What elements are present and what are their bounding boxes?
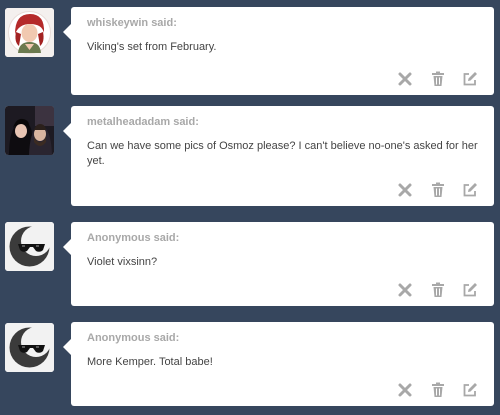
asker-name: Anonymous said: — [87, 332, 180, 344]
ask-bubble: Anonymous said: Violet vixsinn? — [63, 222, 494, 306]
post-controls — [385, 182, 478, 198]
edit-icon — [463, 72, 477, 86]
edit-button[interactable] — [462, 182, 478, 198]
post-controls — [385, 282, 478, 298]
anonymous-sunglasses-icon — [5, 222, 54, 271]
avatar[interactable] — [5, 8, 54, 57]
trash-icon — [431, 71, 444, 86]
edit-icon — [463, 183, 477, 197]
edit-button[interactable] — [462, 282, 478, 298]
trash-button[interactable] — [430, 382, 446, 398]
edit-icon — [463, 283, 477, 297]
question-text: Violet vixsinn? — [87, 256, 158, 268]
avatar[interactable] — [5, 106, 54, 155]
x-icon — [398, 72, 412, 86]
x-icon — [398, 183, 412, 197]
trash-button[interactable] — [430, 282, 446, 298]
trash-icon — [431, 382, 444, 397]
trash-icon — [431, 282, 444, 297]
x-icon — [398, 283, 412, 297]
asker-name[interactable]: metalheadadam said: — [87, 116, 199, 128]
edit-icon — [463, 383, 477, 397]
asker-name[interactable]: whiskeywin said: — [87, 17, 177, 29]
delete-button[interactable] — [397, 382, 413, 398]
ask-bubble: whiskeywin said: Viking's set from Febru… — [63, 7, 494, 95]
anonymous-sunglasses-icon — [5, 323, 54, 372]
trash-button[interactable] — [430, 182, 446, 198]
avatar[interactable] — [5, 323, 54, 372]
question-text: Can we have some pics of Osmoz please? I… — [87, 140, 478, 167]
edit-button[interactable] — [462, 382, 478, 398]
delete-button[interactable] — [397, 282, 413, 298]
x-icon — [398, 383, 412, 397]
trash-button[interactable] — [430, 71, 446, 87]
question-text: Viking's set from February. — [87, 41, 217, 53]
ask-bubble: metalheadadam said: Can we have some pic… — [63, 106, 494, 206]
avatar[interactable] — [5, 222, 54, 271]
asker-name: Anonymous said: — [87, 232, 180, 244]
post-controls — [385, 382, 478, 398]
delete-button[interactable] — [397, 71, 413, 87]
question-text: More Kemper. Total babe! — [87, 356, 213, 368]
trash-icon — [431, 182, 444, 197]
edit-button[interactable] — [462, 71, 478, 87]
post-controls — [385, 71, 478, 87]
ask-bubble: Anonymous said: More Kemper. Total babe! — [63, 322, 494, 406]
delete-button[interactable] — [397, 182, 413, 198]
